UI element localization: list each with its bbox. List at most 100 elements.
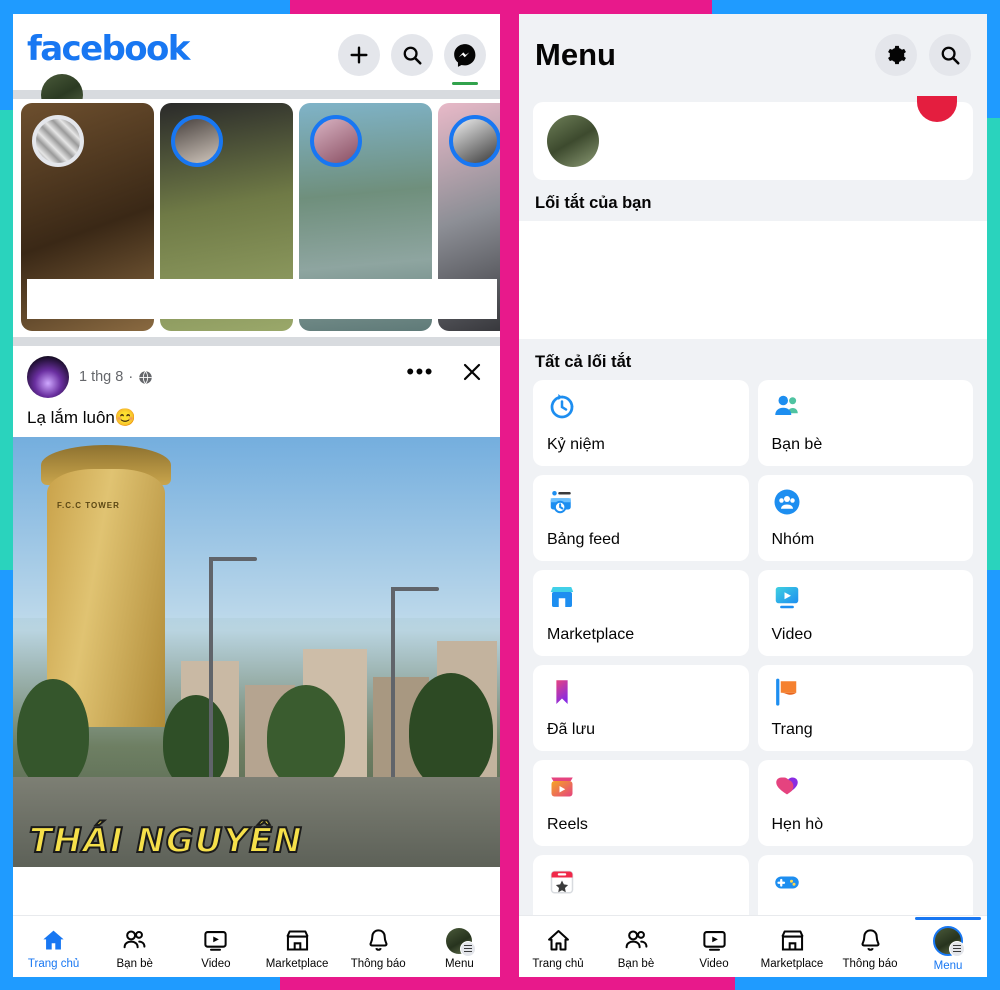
profile-card[interactable] (533, 96, 973, 180)
your-shortcuts-label: Lối tắt của bạn (535, 194, 652, 212)
nav-label: Video (699, 958, 729, 970)
nav-label: Video (201, 958, 231, 970)
story-avatar[interactable] (449, 115, 500, 167)
story-avatar[interactable] (310, 115, 362, 167)
nav-item-friends[interactable]: Bạn bè (597, 923, 675, 970)
story-avatar[interactable] (171, 115, 223, 167)
tile-video[interactable]: Video (757, 570, 973, 656)
settings-button[interactable] (875, 34, 917, 76)
search-button[interactable] (929, 34, 971, 76)
tile-groups[interactable]: Nhóm (757, 475, 973, 561)
active-tab-indicator (915, 916, 981, 920)
nav-label: Thông báo (350, 958, 406, 970)
video-icon (702, 931, 726, 951)
frame-top-blue-left (0, 0, 290, 14)
photo-tree (409, 673, 493, 789)
nav-item-menu[interactable]: Menu (909, 916, 987, 972)
frame-divider-pink (500, 0, 519, 990)
facebook-feed-panel: facebook 1 thg 8 · ••• Lạ lắm luôn😊 F.C.… (13, 14, 500, 977)
more-options-icon[interactable]: ••• (406, 361, 434, 383)
friends-icon (774, 395, 798, 415)
tile-reels[interactable]: Reels (533, 760, 749, 846)
video-icon (775, 587, 798, 609)
nav-label: Menu (933, 959, 963, 972)
saved-bookmark-icon (556, 680, 568, 704)
nav-label: Trang chủ (27, 958, 80, 970)
tile-pages[interactable]: Trang (757, 665, 973, 751)
friends-icon (625, 930, 647, 949)
post-author-avatar[interactable] (27, 356, 69, 398)
search-icon (403, 46, 422, 65)
plus-icon (350, 46, 368, 64)
frame-left-blue-top (0, 0, 13, 110)
bottom-navigation[interactable]: Trang chủ Bạn bè Video Marketplace Thông… (519, 915, 987, 977)
post-meta: 1 thg 8 · (79, 369, 153, 385)
tile-saved[interactable]: Đã lưu (533, 665, 749, 751)
hamburger-icon (949, 940, 965, 957)
post-actions: ••• (406, 360, 484, 384)
post-photo[interactable]: F.C.C TOWER THÁI NGUYÊN (13, 437, 500, 867)
tile-friends[interactable]: Bạn bè (757, 380, 973, 466)
search-button[interactable] (391, 34, 433, 76)
nav-item-home[interactable]: Trang chủ (14, 923, 94, 970)
nav-item-notifications[interactable]: Thông báo (831, 923, 909, 970)
gear-icon (888, 45, 906, 65)
frame-right-teal (987, 118, 1000, 570)
feeds-icon (550, 491, 571, 514)
nav-item-video[interactable]: Video (675, 923, 753, 970)
photo-tree (267, 685, 345, 789)
nav-label: Trang chủ (532, 958, 584, 970)
nav-item-video[interactable]: Video (176, 923, 256, 970)
nav-item-friends[interactable]: Bạn bè (95, 923, 175, 970)
frame-left-blue-bottom (0, 570, 13, 990)
menu-avatar-icon (933, 925, 965, 957)
frame-bottom-pink (280, 977, 735, 990)
create-button[interactable] (338, 34, 380, 76)
close-icon[interactable] (460, 360, 484, 384)
shortcut-tiles-grid: Kỷ niệm Bạn bè Bảng feed Nhóm Marketplac… (519, 380, 987, 941)
tile-label: Bảng feed (547, 531, 620, 548)
frame-bottom-blue-right (735, 977, 1000, 990)
menu-header: Menu (519, 14, 987, 96)
messenger-status-line (452, 82, 478, 85)
tile-feeds[interactable]: Bảng feed (533, 475, 749, 561)
video-icon (204, 931, 228, 951)
story-avatar[interactable] (32, 115, 84, 167)
header-divider (13, 90, 500, 99)
menu-header-actions (875, 34, 971, 76)
memories-clock-icon (550, 394, 574, 419)
friends-icon (123, 930, 146, 949)
tile-marketplace[interactable]: Marketplace (533, 570, 749, 656)
nav-item-home[interactable]: Trang chủ (519, 923, 597, 970)
avatar (547, 115, 599, 167)
frame-right-blue-top (987, 0, 1000, 118)
nav-item-notifications[interactable]: Thông báo (338, 923, 418, 970)
tile-label: Bạn bè (771, 436, 823, 453)
photo-street-lamp (391, 587, 439, 787)
photo-tree (163, 695, 229, 789)
facebook-logo[interactable]: facebook (27, 32, 190, 66)
header-actions (338, 34, 486, 85)
stories-row[interactable] (13, 99, 500, 337)
frame-right-blue-bottom (987, 570, 1000, 990)
nav-item-marketplace[interactable]: Marketplace (753, 923, 831, 970)
tile-dating[interactable]: Hẹn hò (757, 760, 973, 846)
story-names-redaction (27, 279, 497, 319)
your-shortcuts-strip[interactable] (519, 221, 987, 339)
nav-label: Menu (444, 957, 474, 970)
bottom-navigation[interactable]: Trang chủ Bạn bè Video Marketplace Thông… (13, 915, 500, 977)
nav-item-menu[interactable]: Menu (419, 924, 499, 970)
nav-item-marketplace[interactable]: Marketplace (257, 923, 337, 970)
nav-label: Marketplace (760, 958, 824, 970)
status-badge (917, 96, 957, 122)
marketplace-icon (285, 930, 309, 951)
bell-icon (860, 929, 880, 951)
facebook-header: facebook (13, 14, 500, 116)
tile-memories[interactable]: Kỷ niệm (533, 380, 749, 466)
facebook-menu-panel: Menu Lối tắt của bạn Tất cả lối tắt Kỷ n… (519, 14, 987, 977)
pages-flag-icon (775, 678, 796, 706)
messenger-button[interactable] (444, 34, 486, 85)
messenger-icon (454, 44, 476, 67)
page-title: Menu (535, 37, 616, 72)
gaming-gamepad-icon (774, 876, 799, 889)
